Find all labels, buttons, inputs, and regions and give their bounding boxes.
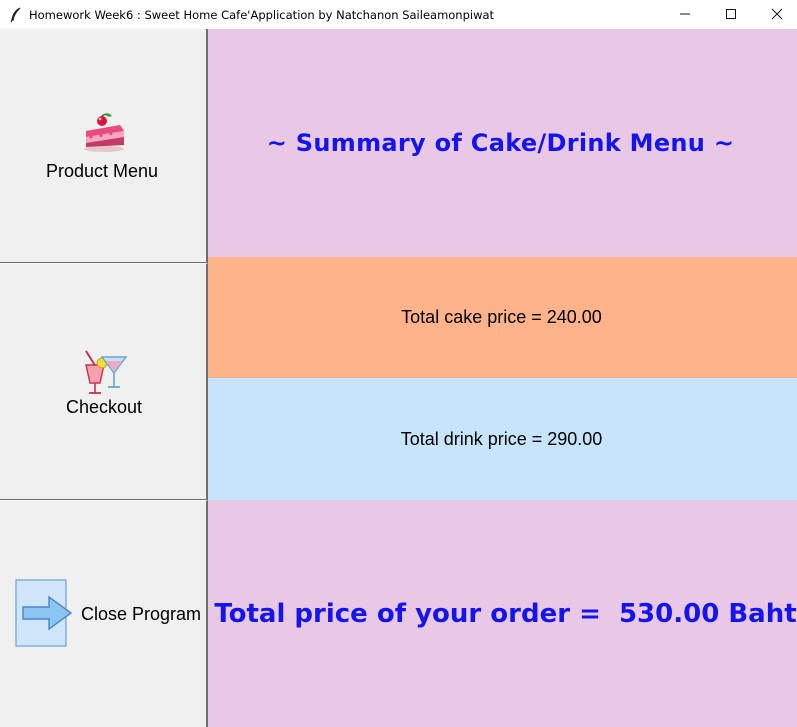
maximize-button[interactable]: [708, 0, 754, 29]
sidebar: Product Menu Checkout Close Program: [0, 29, 208, 727]
minimize-button[interactable]: [662, 0, 708, 29]
close-program-button[interactable]: Close Program: [0, 500, 208, 727]
cake-total-panel: Total cake price = 240.00: [208, 257, 797, 378]
arrow-right-icon: [15, 579, 73, 649]
title-bar: Homework Week6 : Sweet Home Cafe'Applica…: [0, 0, 797, 29]
cake-total-text: Total cake price = 240.00: [401, 307, 602, 327]
order-total-text: Total price of your order = 530.00 Baht: [214, 598, 797, 629]
summary-heading: ~ Summary of Cake/Drink Menu ~: [266, 129, 735, 157]
minimize-icon: [679, 5, 691, 24]
window-title: Homework Week6 : Sweet Home Cafe'Applica…: [29, 7, 495, 22]
checkout-button[interactable]: Checkout: [0, 263, 208, 500]
order-total-panel: Total price of your order = 530.00 Baht: [208, 500, 797, 727]
close-icon: [771, 5, 783, 24]
product-menu-button[interactable]: Product Menu: [0, 29, 208, 263]
cake-icon: [80, 113, 128, 153]
close-program-label: Close Program: [81, 604, 202, 624]
drink-total-text: Total drink price = 290.00: [400, 428, 603, 449]
product-menu-label: Product Menu: [46, 161, 159, 181]
feather-icon: [10, 6, 22, 23]
maximize-icon: [725, 5, 737, 24]
cocktail-icon: [80, 349, 130, 397]
checkout-label: Checkout: [66, 397, 143, 417]
close-window-button[interactable]: [754, 0, 797, 29]
drink-total-panel: Total drink price = 290.00: [208, 378, 797, 500]
summary-heading-panel: ~ Summary of Cake/Drink Menu ~: [208, 29, 797, 257]
app-window: Homework Week6 : Sweet Home Cafe'Applica…: [0, 0, 797, 727]
